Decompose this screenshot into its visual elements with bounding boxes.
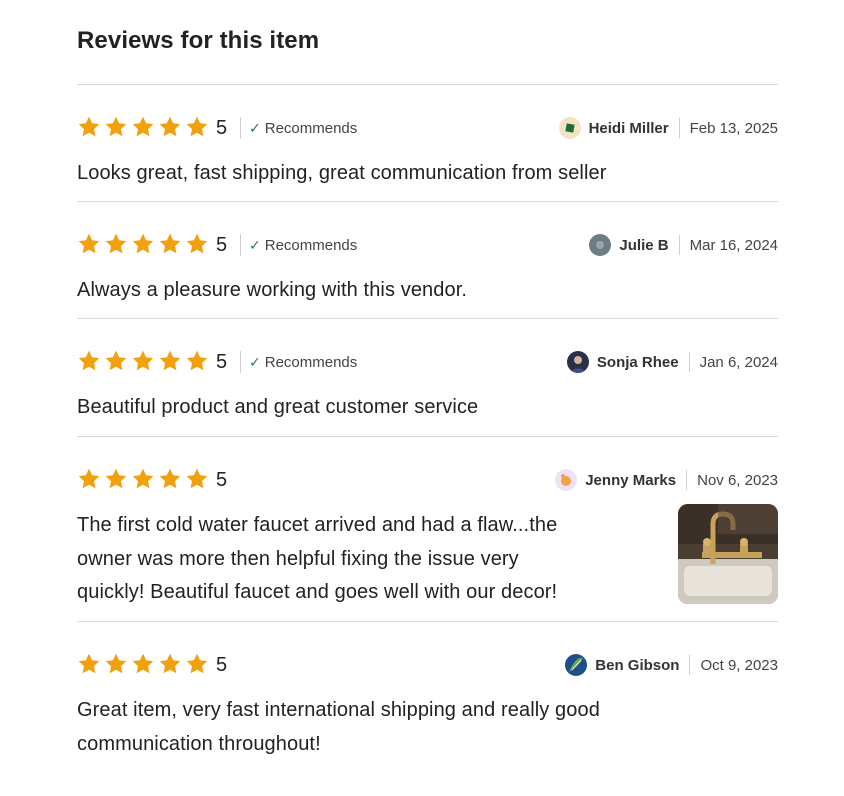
- faucet-photo-icon: [678, 504, 778, 604]
- star-icon: [158, 467, 185, 493]
- star-rating: [77, 652, 212, 678]
- rating-row: 5: [77, 652, 230, 678]
- review-meta: Julie B Mar 16, 2024: [589, 233, 778, 257]
- star-icon: [77, 232, 104, 258]
- rating-value: 5: [216, 468, 228, 491]
- star-icon: [185, 349, 212, 375]
- review-meta: Sonja Rhee Jan 6, 2024: [566, 350, 778, 374]
- reviewer-name[interactable]: Julie B: [619, 237, 668, 254]
- check-icon: ✓: [249, 353, 261, 370]
- review-text: Always a pleasure working with this vend…: [77, 279, 468, 301]
- recommends-badge: ✓ Recommends: [240, 234, 357, 256]
- star-icon: [131, 467, 158, 493]
- review-text: Beautiful product and great customer ser…: [77, 396, 479, 418]
- meta-separator: [678, 118, 680, 138]
- star-icon: [185, 467, 212, 493]
- review-text: Great item, very fast international ship…: [77, 694, 600, 761]
- rating-row: 5 ✓ Recommends: [77, 232, 357, 258]
- avatar[interactable]: [565, 654, 588, 676]
- divider: [77, 436, 778, 437]
- divider: [77, 84, 778, 85]
- divider: [77, 318, 778, 319]
- star-icon: [158, 652, 185, 678]
- recommends-label: Recommends: [264, 236, 358, 254]
- review-date: Nov 6, 2023: [697, 471, 778, 489]
- star-icon: [185, 232, 212, 258]
- review-text: Looks great, fast shipping, great commun…: [77, 162, 607, 184]
- star-icon: [77, 467, 104, 493]
- recommends-badge: ✓ Recommends: [240, 117, 357, 139]
- review-date: Feb 13, 2025: [689, 119, 778, 137]
- star-icon: [104, 115, 131, 141]
- section-title: Reviews for this item: [77, 27, 320, 54]
- review-photo[interactable]: [678, 504, 778, 604]
- review-meta: Jenny Marks Nov 6, 2023: [555, 468, 778, 492]
- avatar[interactable]: [589, 234, 612, 256]
- meta-separator: [678, 235, 680, 255]
- star-icon: [77, 349, 104, 375]
- rating-row: 5 ✓ Recommends: [77, 349, 357, 375]
- rating-row: 5 ✓ Recommends: [77, 115, 357, 141]
- rating-value: 5: [216, 653, 228, 676]
- check-icon: ✓: [249, 119, 261, 136]
- check-icon: ✓: [249, 236, 261, 253]
- review-meta: Ben Gibson Oct 9, 2023: [565, 653, 778, 677]
- star-icon: [185, 652, 212, 678]
- recommends-badge: ✓ Recommends: [240, 351, 357, 373]
- reviewer-name[interactable]: Sonja Rhee: [597, 354, 679, 371]
- star-rating: [77, 115, 212, 141]
- star-icon: [131, 349, 158, 375]
- review-text-line: quickly! Beautiful faucet and goes well …: [77, 581, 558, 603]
- rating-value: 5: [216, 350, 228, 373]
- star-icon: [158, 115, 185, 141]
- reviewer-name[interactable]: Ben Gibson: [595, 657, 679, 674]
- review-text-line: Great item, very fast international ship…: [77, 699, 600, 721]
- star-icon: [104, 349, 131, 375]
- star-icon: [104, 652, 131, 678]
- rating-row: 5: [77, 467, 230, 493]
- star-icon: [185, 115, 212, 141]
- star-rating: [77, 349, 212, 375]
- review-date: Oct 9, 2023: [700, 656, 778, 674]
- avatar[interactable]: [555, 469, 578, 491]
- reviewer-name[interactable]: Heidi Miller: [589, 120, 669, 137]
- star-icon: [77, 115, 104, 141]
- star-rating: [77, 467, 212, 493]
- review-text-line: communication throughout!: [77, 732, 321, 755]
- rating-value: 5: [216, 233, 228, 256]
- avatar[interactable]: [558, 117, 581, 139]
- rating-value: 5: [216, 116, 228, 139]
- review-meta: Heidi Miller Feb 13, 2025: [558, 116, 778, 140]
- star-icon: [104, 467, 131, 493]
- star-icon: [131, 652, 158, 678]
- star-icon: [104, 232, 131, 258]
- star-icon: [131, 115, 158, 141]
- meta-separator: [686, 470, 688, 490]
- star-icon: [131, 232, 158, 258]
- star-icon: [158, 232, 185, 258]
- star-rating: [77, 232, 212, 258]
- meta-separator: [688, 352, 690, 372]
- star-icon: [158, 349, 185, 375]
- reviewer-name[interactable]: Jenny Marks: [585, 472, 676, 489]
- review-date: Mar 16, 2024: [689, 236, 778, 254]
- review-date: Jan 6, 2024: [699, 353, 778, 371]
- divider: [77, 621, 778, 622]
- review-text-line: owner was more then helpful fixing the i…: [77, 547, 519, 570]
- avatar[interactable]: [566, 351, 589, 373]
- star-icon: [77, 652, 104, 678]
- divider: [77, 201, 778, 202]
- recommends-label: Recommends: [264, 119, 358, 137]
- review-text-line: The first cold water faucet arrived and …: [77, 514, 558, 536]
- recommends-label: Recommends: [264, 353, 358, 371]
- review-text: The first cold water faucet arrived and …: [77, 509, 557, 610]
- meta-separator: [689, 655, 691, 675]
